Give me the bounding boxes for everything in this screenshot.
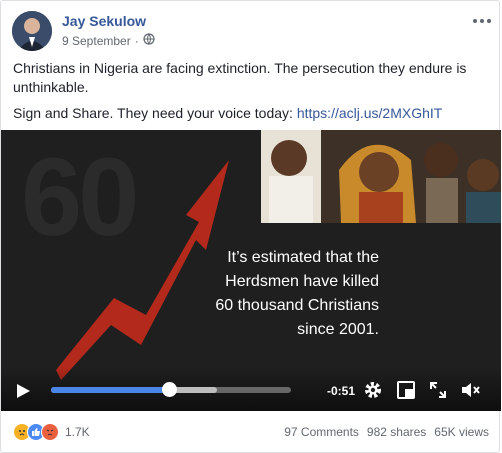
author-avatar[interactable] — [12, 11, 52, 51]
views-count: 65K views — [434, 425, 489, 439]
post-text-paragraph-1: Christians in Nigeria are facing extinct… — [13, 60, 467, 95]
post-text: Christians in Nigeria are facing extinct… — [13, 59, 491, 130]
play-icon[interactable] — [15, 383, 31, 399]
meta-separator: · — [134, 33, 139, 48]
video-quote-line: since 2001. — [297, 321, 379, 338]
video-quote-line: It’s estimated that the — [227, 249, 379, 266]
post-card: Jay Sekulow 9 September · Christians in … — [0, 0, 501, 453]
fullscreen-icon[interactable] — [428, 380, 448, 400]
post-header: Jay Sekulow 9 September · — [12, 11, 492, 51]
comments-count-link[interactable]: 97 Comments — [284, 425, 359, 439]
post-link[interactable]: https://aclj.us/2MXGhIT — [297, 105, 443, 121]
author-name-link[interactable]: Jay Sekulow — [62, 13, 146, 29]
time-remaining: -0:51 — [327, 384, 356, 398]
reactions-summary[interactable]: 1.7K — [13, 423, 90, 441]
angry-reaction-icon — [41, 423, 59, 441]
engagement-stats: 97 Comments 982 shares 65K views — [284, 425, 489, 439]
progress-scrubber-handle[interactable] — [161, 382, 177, 397]
video-quote: It’s estimated that the Herdsmen have ki… — [139, 246, 379, 342]
video-player[interactable]: 60 It’s estimated that the Herdsmen have… — [1, 130, 501, 411]
video-quote-line: 60 thousand Christians — [215, 297, 379, 314]
post-meta: 9 September · — [62, 33, 155, 48]
children-photo — [261, 130, 501, 223]
post-text-paragraph-2: Sign and Share. They need your voice tod… — [13, 104, 491, 123]
reaction-count: 1.7K — [65, 425, 90, 439]
post-footer: 1.7K 97 Comments 982 shares 65K views — [13, 423, 489, 443]
post-text-cta: Sign and Share. They need your voice tod… — [13, 105, 297, 121]
progress-played — [51, 387, 169, 393]
volume-icon[interactable] — [460, 380, 480, 400]
more-options-icon[interactable] — [472, 11, 492, 25]
post-date-link[interactable]: 9 September — [62, 34, 131, 48]
video-quote-line: Herdsmen have killed — [225, 273, 379, 290]
settings-gear-icon[interactable] — [363, 380, 383, 400]
shares-count-link[interactable]: 982 shares — [367, 425, 426, 439]
globe-icon — [143, 33, 155, 48]
picture-in-picture-icon[interactable] — [396, 380, 416, 400]
